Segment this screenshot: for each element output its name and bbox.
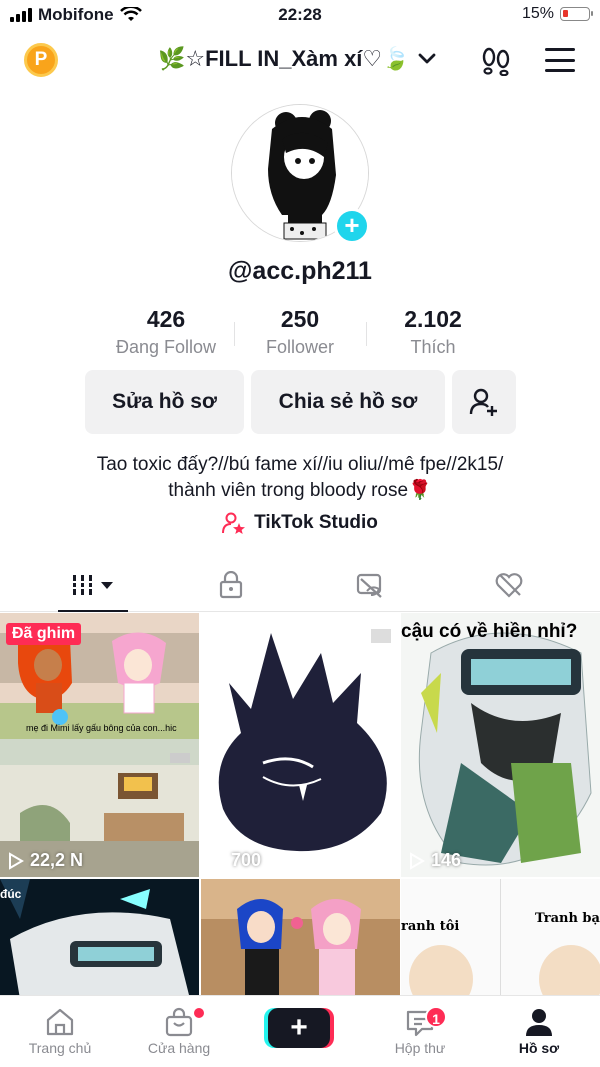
bio: Tao toxic đấy?//bú fame xí//iu oliu//mê … (0, 452, 600, 504)
coin-icon[interactable]: P (24, 43, 58, 77)
view-count: 22,2 N (8, 850, 83, 871)
studio-label: TikTok Studio (254, 512, 378, 533)
nav-shop[interactable]: Cửa hàng (124, 1004, 234, 1056)
nav-inbox-label: Hộp thư (394, 1040, 446, 1056)
nav-home-label: Trang chủ (28, 1040, 92, 1056)
tab-reposts[interactable] (335, 560, 405, 610)
stat-likes[interactable]: 2.102 Thích (363, 306, 503, 358)
tab-videos[interactable] (58, 560, 128, 610)
video-thumbnail[interactable]: Đã ghim mẹ đi Mimi lấy gấu bông của con.… (0, 613, 199, 877)
shopping-bag-icon (165, 1007, 193, 1037)
bio-line-2: thành viên trong bloody rose🌹 (168, 480, 432, 501)
play-icon (410, 851, 425, 870)
nav-shop-label: Cửa hàng (147, 1040, 211, 1056)
stat-likes-value: 2.102 (404, 306, 462, 332)
view-count: 700 (209, 850, 261, 871)
status-right: 15% (521, 5, 593, 23)
stat-following[interactable]: 426 Đang Follow (96, 306, 236, 358)
home-icon (46, 1008, 74, 1036)
tab-liked[interactable] (474, 560, 544, 610)
active-tab-indicator (58, 610, 128, 612)
username: @acc.ph211 (228, 257, 372, 285)
battery-percent: 15% (521, 5, 554, 22)
play-icon (9, 851, 24, 870)
create-button[interactable]: + (268, 1008, 330, 1048)
studio-icon (222, 512, 246, 534)
stat-following-label: Đang Follow (115, 337, 217, 357)
bio-line-1: Tao toxic đấy?//bú fame xí//iu oliu//mê … (96, 454, 504, 475)
lock-icon (219, 571, 243, 599)
account-switcher[interactable]: 🌿☆FILL IN_Xàm xí♡🍃 (158, 46, 436, 72)
video-caption: đúc (0, 887, 22, 901)
notification-dot (194, 1008, 204, 1018)
stat-likes-label: Thích (410, 337, 456, 357)
view-count-value: 700 (231, 850, 262, 870)
video-caption: ranh tôi (401, 919, 460, 934)
add-user-icon (469, 388, 497, 416)
tiktok-studio-link[interactable]: TikTok Studio (0, 512, 600, 534)
nav-profile[interactable]: Hồ sơ (484, 1004, 594, 1056)
content-tabs (0, 560, 600, 612)
add-avatar-button[interactable]: + (334, 208, 370, 244)
pinned-badge: Đã ghim (6, 623, 82, 645)
grid-icon (73, 575, 113, 595)
clock: 22:28 (278, 5, 322, 24)
add-friend-button[interactable] (452, 370, 516, 434)
video-thumbnail[interactable]: ranh tôi Tranh bạn (401, 879, 600, 999)
video-caption: mẹ đi Mimi lấy gấu bông của con...hic (26, 723, 177, 733)
view-count-value: 22,2 N (30, 850, 84, 870)
play-icon (210, 851, 225, 870)
nav-profile-label: Hồ sơ (518, 1040, 560, 1056)
video-thumbnail[interactable]: đúc (0, 879, 199, 999)
tab-private[interactable] (196, 560, 266, 610)
inbox-badge: 1 (425, 1006, 447, 1028)
view-count-value: 146 (431, 850, 462, 870)
share-profile-button[interactable]: Chia sẻ hồ sơ (251, 370, 445, 434)
battery-icon (560, 7, 593, 21)
heart-hidden-icon (495, 573, 523, 598)
nav-home[interactable]: Trang chủ (5, 1004, 115, 1056)
video-thumbnail[interactable]: cậu có về hiền nhỉ? 146 (401, 613, 600, 877)
video-thumbnail[interactable] (201, 879, 400, 999)
status-bar: Mobifone 22:28 15% (0, 0, 600, 32)
bottom-nav: Trang chủ Cửa hàng + Hộp thư 1 Hồ sơ (0, 995, 600, 1067)
video-5-thumbnail-art (201, 879, 400, 999)
stat-followers[interactable]: 250 Follower (230, 306, 370, 358)
edit-profile-button[interactable]: Sửa hồ sơ (85, 370, 244, 434)
video-caption: cậu có về hiền nhỉ? (401, 621, 578, 642)
chevron-down-icon (418, 53, 435, 64)
video-2-thumbnail-art (201, 613, 400, 877)
profile-header: P 🌿☆FILL IN_Xàm xí♡🍃 (0, 38, 600, 84)
video-4-thumbnail-art (0, 879, 199, 999)
account-name: 🌿☆FILL IN_Xàm xí♡🍃 (158, 46, 410, 71)
hidden-eye-icon (356, 573, 382, 598)
stat-followers-label: Follower (265, 337, 335, 357)
video-caption: Tranh bạn (535, 911, 600, 926)
profile-icon (526, 1009, 552, 1036)
stat-following-value: 426 (146, 306, 186, 332)
view-count: 146 (409, 850, 461, 871)
stat-followers-value: 250 (280, 306, 320, 332)
video-thumbnail[interactable]: 700 (201, 613, 400, 877)
footprint-icon[interactable] (478, 46, 514, 76)
video-6-thumbnail-art (401, 879, 600, 999)
menu-icon[interactable] (545, 48, 575, 72)
video-3-thumbnail-art (401, 613, 600, 877)
nav-inbox[interactable]: Hộp thư 1 (365, 1004, 475, 1056)
video-1-thumbnail-art (0, 613, 199, 877)
